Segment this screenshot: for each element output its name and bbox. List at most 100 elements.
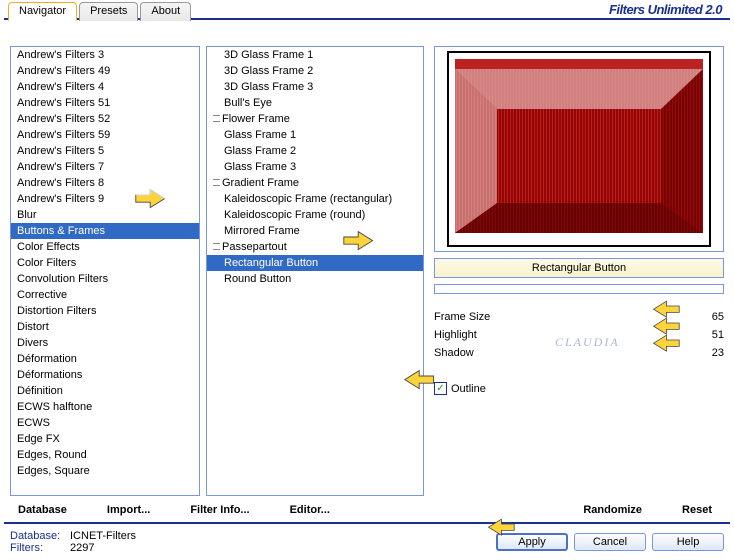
list-item[interactable]: Blur [11, 207, 199, 223]
filter-info-button[interactable]: Filter Info... [182, 500, 257, 520]
list-item[interactable]: Passepartout [207, 239, 423, 255]
slider-track[interactable] [532, 334, 694, 336]
bottom-button-bar: Database Import... Filter Info... Editor… [0, 500, 734, 520]
list-item-label: Kaleidoscopic Frame (round) [224, 209, 365, 221]
list-item[interactable]: 3D Glass Frame 1 [207, 47, 423, 63]
list-item-label: Glass Frame 3 [224, 161, 296, 173]
list-item[interactable]: Andrew's Filters 51 [11, 95, 199, 111]
list-item[interactable]: Edge FX [11, 431, 199, 447]
list-item[interactable]: Déformations [11, 367, 199, 383]
list-item-label: Kaleidoscopic Frame (rectangular) [224, 193, 392, 205]
progress-bar [434, 284, 724, 294]
list-item[interactable]: Convolution Filters [11, 271, 199, 287]
list-item[interactable]: ECWS [11, 415, 199, 431]
list-item[interactable]: Andrew's Filters 4 [11, 79, 199, 95]
list-item[interactable]: Andrew's Filters 9 [11, 191, 199, 207]
slider-label: Frame Size [434, 311, 532, 323]
help-button[interactable]: Help [652, 533, 724, 551]
list-item-label: Bull's Eye [224, 97, 272, 109]
slider-label: Shadow [434, 347, 532, 359]
list-item-label: 3D Glass Frame 3 [224, 81, 313, 93]
list-item[interactable]: Gradient Frame [207, 175, 423, 191]
right-panel: Rectangular Button Frame Size 65 Highlig… [434, 46, 724, 494]
list-item[interactable]: Andrew's Filters 5 [11, 143, 199, 159]
footer-info: Database:ICNET-Filters Filters:2297 [10, 530, 496, 554]
list-item[interactable]: Glass Frame 2 [207, 143, 423, 159]
list-item[interactable]: Glass Frame 1 [207, 127, 423, 143]
randomize-button[interactable]: Randomize [575, 500, 650, 520]
list-item[interactable]: Color Effects [11, 239, 199, 255]
list-item[interactable]: Andrew's Filters 49 [11, 63, 199, 79]
list-item[interactable]: 3D Glass Frame 3 [207, 79, 423, 95]
list-item[interactable]: Andrew's Filters 3 [11, 47, 199, 63]
slider-controls: Frame Size 65 Highlight 51 Shadow 23 ✓ O… [434, 308, 724, 395]
list-item[interactable]: Andrew's Filters 8 [11, 175, 199, 191]
list-item-label: Passepartout [222, 241, 287, 253]
list-item[interactable]: Glass Frame 3 [207, 159, 423, 175]
tab-presets[interactable]: Presets [79, 2, 138, 21]
list-item[interactable]: Distortion Filters [11, 303, 199, 319]
list-item[interactable]: Kaleidoscopic Frame (round) [207, 207, 423, 223]
footer-divider [4, 522, 730, 524]
list-item[interactable]: Edges, Square [11, 463, 199, 479]
list-item[interactable]: Andrew's Filters 52 [11, 111, 199, 127]
import-button[interactable]: Import... [99, 500, 158, 520]
slider-value: 51 [700, 329, 724, 341]
app-title: Filters Unlimited 2.0 [609, 2, 722, 17]
list-item-label: Mirrored Frame [224, 225, 300, 237]
slider-highlight[interactable]: Highlight 51 [434, 326, 724, 344]
reset-button[interactable]: Reset [674, 500, 720, 520]
footer-database-value: ICNET-Filters [70, 530, 136, 542]
list-item[interactable]: Divers [11, 335, 199, 351]
list-item-label: Gradient Frame [222, 177, 299, 189]
list-item[interactable]: Mirrored Frame [207, 223, 423, 239]
slider-frame-size[interactable]: Frame Size 65 [434, 308, 724, 326]
outline-checkbox-row[interactable]: ✓ Outline [434, 382, 724, 395]
tree-collapse-icon[interactable] [213, 115, 220, 122]
preview-image [439, 51, 719, 247]
list-item-label: 3D Glass Frame 2 [224, 65, 313, 77]
list-item[interactable]: Andrew's Filters 7 [11, 159, 199, 175]
list-item-label: Glass Frame 2 [224, 145, 296, 157]
footer-database-label: Database: [10, 530, 70, 542]
slider-value: 65 [700, 311, 724, 323]
outline-checkbox[interactable]: ✓ [434, 382, 447, 395]
filter-name-label: Rectangular Button [434, 258, 724, 278]
tab-label: Presets [90, 5, 127, 17]
list-item[interactable]: Andrew's Filters 59 [11, 127, 199, 143]
tab-about[interactable]: About [140, 2, 191, 21]
tab-row: Navigator Presets About [8, 2, 193, 21]
list-item[interactable]: Color Filters [11, 255, 199, 271]
list-item[interactable]: Bull's Eye [207, 95, 423, 111]
apply-button[interactable]: Apply [496, 533, 568, 551]
slider-track[interactable] [532, 352, 694, 354]
list-item-label: 3D Glass Frame 1 [224, 49, 313, 61]
tab-navigator[interactable]: Navigator [8, 2, 77, 21]
list-item[interactable]: Edges, Round [11, 447, 199, 463]
list-item[interactable]: Round Button [207, 271, 423, 287]
list-item[interactable]: 3D Glass Frame 2 [207, 63, 423, 79]
list-item[interactable]: Rectangular Button [207, 255, 423, 271]
list-item[interactable]: Distort [11, 319, 199, 335]
tree-collapse-icon[interactable] [213, 179, 220, 186]
list-item[interactable]: Définition [11, 383, 199, 399]
list-item[interactable]: Flower Frame [207, 111, 423, 127]
list-item[interactable]: Buttons & Frames [11, 223, 199, 239]
list-item[interactable]: Corrective [11, 287, 199, 303]
categories-listbox[interactable]: Andrew's Filters 3Andrew's Filters 49And… [10, 46, 200, 496]
list-item[interactable]: Déformation [11, 351, 199, 367]
tree-collapse-icon[interactable] [213, 243, 220, 250]
filters-listbox[interactable]: 3D Glass Frame 1 3D Glass Frame 2 3D Glass… [206, 46, 424, 496]
list-item[interactable]: Kaleidoscopic Frame (rectangular) [207, 191, 423, 207]
footer-buttons: Apply Cancel Help [496, 533, 724, 551]
tab-label: Navigator [19, 5, 66, 17]
list-item-label: Rectangular Button [224, 257, 318, 269]
slider-label: Highlight [434, 329, 532, 341]
database-button[interactable]: Database [10, 500, 75, 520]
list-item[interactable]: ECWS halftone [11, 399, 199, 415]
slider-shadow[interactable]: Shadow 23 [434, 344, 724, 362]
slider-track[interactable] [532, 316, 694, 318]
cancel-button[interactable]: Cancel [574, 533, 646, 551]
editor-button[interactable]: Editor... [282, 500, 338, 520]
list-item-label: Glass Frame 1 [224, 129, 296, 141]
